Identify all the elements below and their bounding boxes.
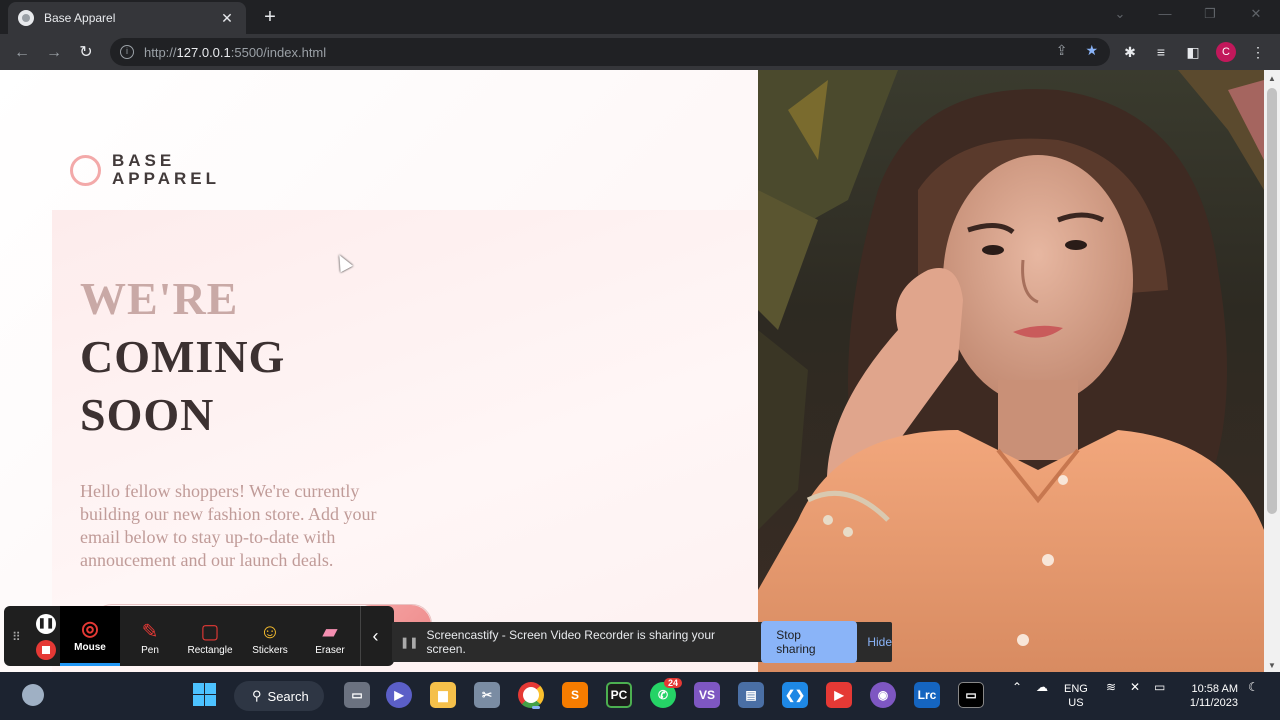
drag-handle-icon[interactable]: ⠿ <box>12 630 21 644</box>
browser-tab[interactable]: Base Apparel ✕ <box>8 2 246 34</box>
share-message: Screencastify - Screen Video Recorder is… <box>426 628 716 656</box>
content-panel: BASE APPAREL WE'RE COMING SOON Hello fel… <box>0 70 758 672</box>
eraser-icon: ▰ <box>322 621 338 643</box>
share-icon[interactable]: ⇪ <box>1056 42 1068 59</box>
task-view-icon[interactable]: ▭ <box>344 682 370 708</box>
close-tab-icon[interactable]: ✕ <box>218 10 236 27</box>
globe-icon <box>18 10 34 26</box>
url-text: http://127.0.0.1:5500/index.html <box>144 44 327 60</box>
reading-list-icon[interactable]: ≡ <box>1151 42 1171 62</box>
language-indicator[interactable]: ENG US <box>1064 682 1088 710</box>
pen-icon: ✎ <box>141 621 159 643</box>
screen-share-notice: ❚❚ Screencastify - Screen Video Recorder… <box>392 621 892 663</box>
tab-title: Base Apparel <box>44 11 116 25</box>
recording-controls: ⠿ ❚❚ <box>4 606 60 666</box>
new-tab-button[interactable]: + <box>258 6 282 30</box>
tool-rectangle[interactable]: ▢ Rectangle <box>180 606 240 666</box>
page-title: WE'RE COMING SOON <box>80 270 285 444</box>
terminal-icon[interactable]: ▭ <box>958 682 984 708</box>
browser-toolbar: ← → ↻ i http://127.0.0.1:5500/index.html… <box>0 34 1280 70</box>
stop-sharing-button[interactable]: Stop sharing <box>761 621 858 663</box>
tab-search-icon[interactable]: ⌄ <box>1110 6 1130 22</box>
weather-widget-icon[interactable] <box>22 684 44 706</box>
system-clock[interactable]: 10:58 AM 1/11/2023 <box>1182 682 1238 710</box>
logo-text: BASE APPAREL <box>112 151 220 188</box>
restore-button[interactable]: ❐ <box>1200 6 1220 22</box>
bookmark-star-icon[interactable]: ★ <box>1085 42 1098 59</box>
wifi-icon[interactable]: ≋ <box>1106 680 1116 694</box>
hero-image <box>758 70 1264 672</box>
onedrive-icon[interactable]: ☁ <box>1036 680 1048 694</box>
reload-icon[interactable]: ↻ <box>75 42 97 64</box>
menu-kebab-icon[interactable]: ⋮ <box>1248 42 1268 62</box>
stop-recording-button[interactable] <box>36 640 56 660</box>
snipping-tool-icon[interactable]: ✂ <box>474 682 500 708</box>
lightroom-icon[interactable]: Lrc <box>914 682 940 708</box>
remote-desktop-icon[interactable]: ▤ <box>738 682 764 708</box>
hide-button[interactable]: Hide <box>867 635 892 649</box>
page-viewport: BASE APPAREL WE'RE COMING SOON Hello fel… <box>0 70 1264 672</box>
extensions-icon[interactable]: ✱ <box>1120 42 1140 62</box>
tool-mouse[interactable]: ◎ Mouse <box>60 606 120 666</box>
vscode-icon[interactable]: ❮❯ <box>782 682 808 708</box>
pause-recording-button[interactable]: ❚❚ <box>36 614 56 634</box>
show-hidden-icons-chevron[interactable]: ⌃ <box>1012 680 1022 694</box>
pycharm-icon[interactable]: PC <box>606 682 632 708</box>
scroll-down-icon[interactable]: ▼ <box>1268 661 1276 670</box>
address-bar[interactable]: i http://127.0.0.1:5500/index.html ⇪ ★ <box>110 38 1110 66</box>
minimize-button[interactable]: — <box>1155 6 1175 21</box>
side-panel-icon[interactable]: ◧ <box>1183 42 1203 62</box>
tool-eraser[interactable]: ▰ Eraser <box>300 606 360 666</box>
scroll-up-icon[interactable]: ▲ <box>1268 74 1276 83</box>
sublime-text-icon[interactable]: S <box>562 682 588 708</box>
volume-muted-icon[interactable]: ✕ <box>1130 680 1140 694</box>
back-icon[interactable]: ← <box>11 42 33 64</box>
title-line-dark-2: SOON <box>80 389 215 440</box>
hero-photo-illustration <box>758 70 1264 672</box>
tool-pen[interactable]: ✎ Pen <box>120 606 180 666</box>
youtube-icon[interactable]: ▶ <box>826 682 852 708</box>
intro-paragraph: Hello fellow shoppers! We're currently b… <box>80 481 377 570</box>
collapse-chevron-icon[interactable]: ‹ <box>360 606 390 666</box>
arc-app-icon[interactable]: ◉ <box>870 682 896 708</box>
scrollbar-thumb[interactable] <box>1267 88 1277 514</box>
logo-ring-icon <box>70 154 101 186</box>
site-logo[interactable]: BASE APPAREL <box>70 152 220 188</box>
site-info-icon[interactable]: i <box>120 45 134 59</box>
whatsapp-icon[interactable]: ✆ 24 <box>650 678 682 708</box>
pause-bars-icon: ❚❚ <box>400 636 419 649</box>
teams-icon[interactable]: ▶ <box>386 682 412 708</box>
chrome-icon[interactable] <box>518 682 544 709</box>
visual-studio-icon[interactable]: VS <box>694 682 720 708</box>
battery-icon[interactable]: ▭ <box>1154 680 1165 694</box>
screencastify-toolbar: ⠿ ❚❚ ◎ Mouse ✎ Pen ▢ Rectangle ☺ Sticker… <box>4 606 394 666</box>
sticker-icon: ☺ <box>259 621 281 643</box>
title-line-dark-1: COMING <box>80 331 286 382</box>
tool-stickers[interactable]: ☺ Stickers <box>240 606 300 666</box>
file-explorer-icon[interactable]: ▆ <box>430 682 456 708</box>
start-button[interactable] <box>192 682 218 708</box>
browser-titlebar: Base Apparel ✕ + ⌄ — ❐ ✕ <box>0 0 1280 34</box>
taskbar-search[interactable]: ⚲ Search <box>234 681 324 711</box>
close-window-button[interactable]: ✕ <box>1246 6 1266 22</box>
mouse-icon: ◎ <box>81 618 99 640</box>
page-scrollbar[interactable]: ▲ ▼ <box>1264 70 1280 672</box>
rectangle-icon: ▢ <box>200 621 220 643</box>
windows-taskbar: ⚲ Search ▭ ▶ ▆ ✂ S PC ✆ 24 VS ▤ ❮❯ ▶ ◉ Lr… <box>0 672 1280 720</box>
profile-avatar[interactable]: C <box>1216 42 1236 62</box>
forward-icon[interactable]: → <box>43 42 65 64</box>
title-line-light: WE'RE <box>80 273 239 324</box>
search-icon: ⚲ <box>252 688 262 703</box>
notifications-moon-icon[interactable]: ☾ <box>1248 680 1259 694</box>
